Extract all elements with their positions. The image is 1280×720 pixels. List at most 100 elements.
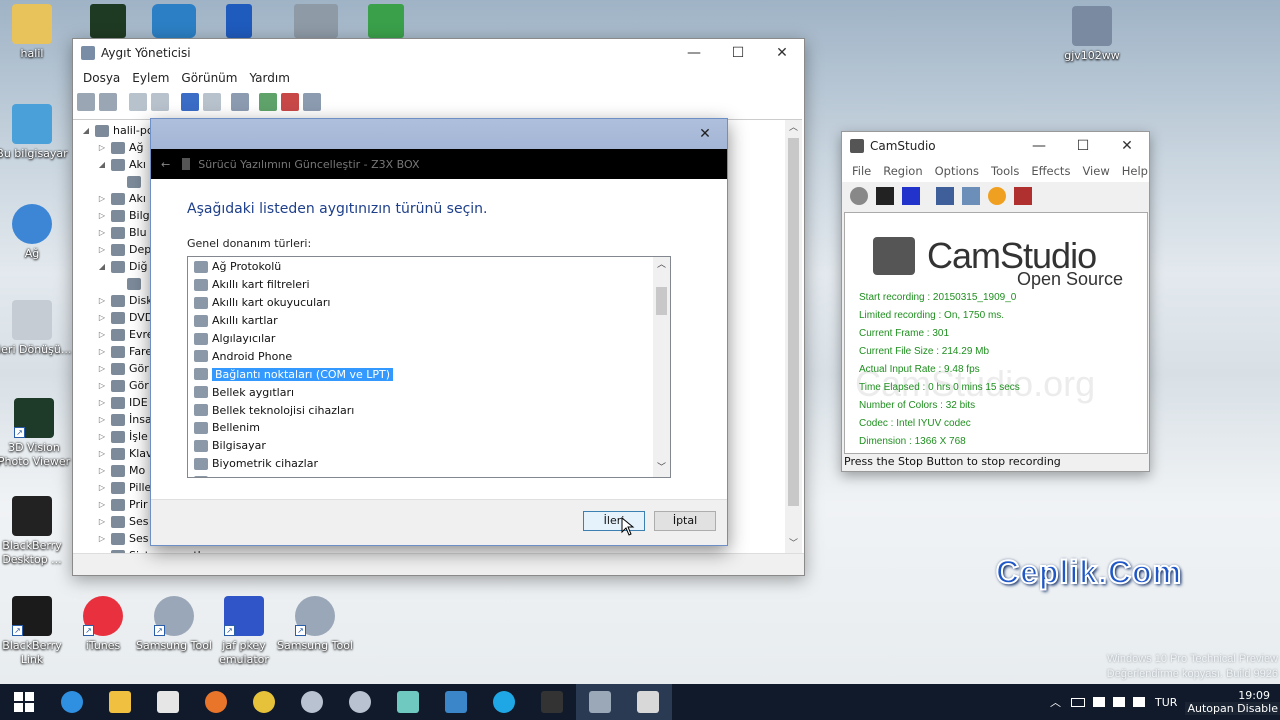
minimize-button[interactable]: — [1017,132,1061,160]
expand-arrow-icon[interactable]: ▷ [97,296,107,305]
sun-settings-icon[interactable] [988,187,1006,205]
expand-arrow-icon[interactable]: ▷ [97,245,107,254]
close-button[interactable]: ✕ [760,39,804,67]
desktop-icon-samsung-tool-2[interactable]: ↗ Samsung Tool [275,596,355,653]
back-arrow-icon[interactable]: ← [161,158,170,171]
help-icon[interactable] [181,93,199,111]
taskbar-gear-2[interactable] [336,684,384,720]
dialog-titlebar[interactable]: ✕ [151,119,727,149]
hardware-type-item[interactable]: Akıllı kart okuyucuları [188,294,654,312]
expand-arrow-icon[interactable]: ▷ [97,415,107,424]
menu-effects[interactable]: Effects [1025,164,1076,178]
scroll-down-icon[interactable]: ﹀ [653,460,670,477]
start-button[interactable] [0,684,48,720]
scan-icon[interactable] [231,93,249,111]
menu-options[interactable]: Options [929,164,985,178]
expand-arrow-icon[interactable]: ◢ [97,262,107,271]
expand-arrow-icon[interactable]: ▷ [97,143,107,152]
next-button[interactable]: İleri [583,511,645,531]
expand-arrow-icon[interactable]: ▷ [97,228,107,237]
menu-view[interactable]: Görünüm [175,71,243,85]
hardware-type-item[interactable]: Bağlantı noktaları (COM ve LPT) [188,365,654,383]
sd-card-icon[interactable] [90,4,126,38]
taskbar-app-2[interactable] [432,684,480,720]
expand-arrow-icon[interactable]: ▷ [97,194,107,203]
taskbar-gear-1[interactable] [288,684,336,720]
panel-icon[interactable] [203,93,221,111]
menu-help[interactable]: Yardım [243,71,295,85]
taskbar-ie[interactable] [48,684,96,720]
back-arrow-icon[interactable] [77,93,95,111]
autopan-icon[interactable] [1014,187,1032,205]
scroll-up-icon[interactable]: ︿ [785,120,802,137]
expand-arrow-icon[interactable]: ▷ [97,500,107,509]
expand-arrow-icon[interactable]: ▷ [97,466,107,475]
taskbar-explorer[interactable] [96,684,144,720]
expand-arrow-icon[interactable]: ▷ [97,313,107,322]
desktop-icon-jaf[interactable]: ↗ jaf pkey emulator [204,596,284,667]
hardware-type-item[interactable]: Akıllı kartlar [188,312,654,330]
up-arrow-icon[interactable]: ︿ [1050,694,1061,710]
expand-arrow-icon[interactable]: ▷ [97,449,107,458]
forward-arrow-icon[interactable] [99,93,117,111]
view-icon[interactable] [151,93,169,111]
menu-view[interactable]: View [1076,164,1115,178]
disable-icon[interactable] [303,93,321,111]
language-indicator[interactable]: TUR [1155,696,1177,709]
menu-tools[interactable]: Tools [985,164,1025,178]
hardware-type-item[interactable]: Bellek aygıtları [188,383,654,401]
taskbar-device-manager[interactable] [576,684,624,720]
uninstall-icon[interactable] [281,93,299,111]
expand-arrow-icon[interactable]: ▷ [97,517,107,526]
menu-action[interactable]: Eylem [126,71,175,85]
tree-scrollbar[interactable]: ︿ ﹀ [785,120,802,553]
pause-icon[interactable] [876,187,894,205]
phone-icon[interactable] [226,4,252,38]
update-driver-icon[interactable] [259,93,277,111]
menu-file[interactable]: File [846,164,877,178]
hardware-type-item[interactable]: Akıllı kart filtreleri [188,276,654,294]
hardware-type-item[interactable]: Bellenim [188,419,654,437]
dialog-close-button[interactable]: ✕ [683,120,727,148]
hardware-type-item[interactable]: Ağ Protokolü [188,258,654,276]
desktop-icon-recycle-bin[interactable]: Geri Dönüşü... [0,300,72,357]
security-icon[interactable] [152,4,196,38]
scroll-thumb[interactable] [788,138,799,506]
expand-arrow-icon[interactable]: ▷ [97,347,107,356]
taskbar-camstudio[interactable] [624,684,672,720]
network-icon[interactable] [1113,697,1126,707]
region-icon[interactable] [936,187,954,205]
taskbar-store[interactable] [144,684,192,720]
camstudio-window[interactable]: CamStudio — ☐ ✕ File Region Options Tool… [841,131,1150,472]
battery-icon[interactable] [1071,697,1086,707]
desktop-icon-blackberry-desktop[interactable]: BlackBerry Desktop ... [0,496,72,567]
expand-arrow-icon[interactable]: ▷ [97,381,107,390]
clock-time[interactable]: 19:09 [1238,689,1270,702]
desktop-icon-itunes[interactable]: ↗ iTunes [63,596,143,653]
menu-file[interactable]: Dosya [77,71,126,85]
record-icon[interactable] [850,187,868,205]
scroll-down-icon[interactable]: ﹀ [785,536,802,553]
expand-arrow-icon[interactable]: ▷ [97,364,107,373]
desktop-icon-gjv[interactable]: gjv102ww [1052,6,1132,63]
taskbar-blackberry[interactable] [528,684,576,720]
play-icon[interactable] [368,4,404,38]
device-manager-titlebar[interactable]: Aygıt Yöneticisi — ☐ ✕ [73,39,804,67]
hardware-type-item[interactable]: Android Phone [188,347,654,365]
hardware-type-item[interactable]: Blok Ci... [188,473,654,477]
expand-arrow-icon[interactable]: ▷ [97,534,107,543]
taskbar-firefox[interactable] [192,684,240,720]
expand-arrow-icon[interactable]: ◢ [97,160,107,169]
menu-region[interactable]: Region [877,164,928,178]
update-driver-dialog[interactable]: ✕ ← Sürücü Yazılımını Güncelleştir - Z3X… [150,118,728,546]
maximize-button[interactable]: ☐ [1061,132,1105,160]
tool-icon[interactable] [294,4,338,38]
maximize-button[interactable]: ☐ [716,39,760,67]
hardware-type-item[interactable]: Bilgisayar [188,437,654,455]
desktop-icon-user[interactable]: halil [0,4,72,61]
volume-icon[interactable] [1133,697,1146,707]
minimize-button[interactable]: — [672,39,716,67]
scroll-up-icon[interactable]: ︿ [653,257,670,274]
taskbar-skype[interactable] [480,684,528,720]
list-scrollbar[interactable]: ︿ ﹀ [653,257,670,477]
